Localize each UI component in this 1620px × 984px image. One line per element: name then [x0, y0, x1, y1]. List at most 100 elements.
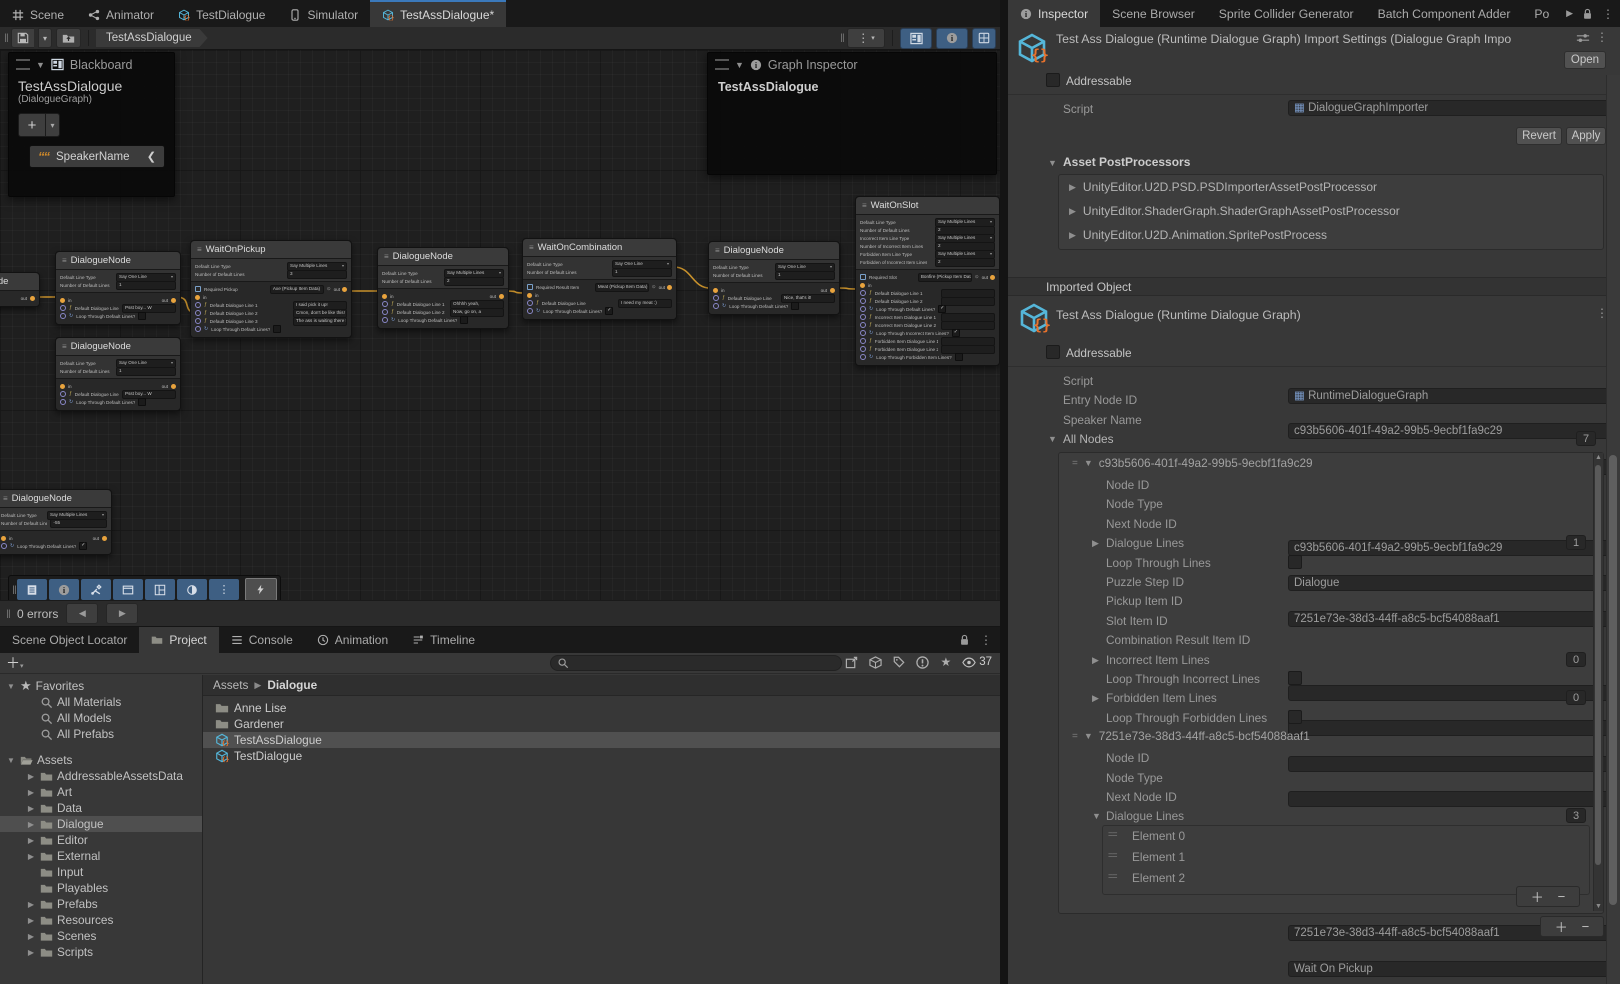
field-port[interactable]: [60, 399, 66, 405]
field-port[interactable]: [713, 295, 719, 301]
blackboard-panel[interactable]: ▼ Blackboard TestAssDialogue (DialogueGr…: [8, 52, 175, 197]
toggle-graph-inspector-button[interactable]: i: [936, 28, 968, 49]
field-port[interactable]: [382, 317, 388, 323]
tree-item-all-prefabs[interactable]: All Prefabs: [0, 726, 202, 742]
field-slot-item-id[interactable]: [1288, 756, 1620, 772]
tree-item-input[interactable]: Input: [0, 864, 202, 880]
tree-item-assets[interactable]: ▼ Assets: [0, 752, 202, 768]
tab-scene-object-locator[interactable]: Scene Object Locator: [0, 627, 139, 653]
object-port[interactable]: [860, 274, 866, 280]
tab-animation[interactable]: Animation: [305, 627, 400, 653]
add-node-button[interactable]: ＋: [1555, 917, 1568, 936]
object-port[interactable]: [527, 284, 533, 290]
node-number-field[interactable]: 1: [116, 281, 176, 290]
graph-node-dialoguenode-2[interactable]: ≡DialogueNodeDefault Line TypeSay One Li…: [55, 337, 181, 411]
save-dropdown-button[interactable]: ▾: [38, 28, 52, 48]
next-error-button[interactable]: ▶: [106, 603, 138, 624]
lock-icon[interactable]: [1582, 8, 1593, 20]
graph-inspector-panel[interactable]: ▼ i Graph Inspector TestAssDialogue: [707, 52, 997, 175]
node-list-scrollbar[interactable]: ▲ ▼: [1593, 453, 1603, 911]
asset-anne-lise[interactable]: Anne Lise: [203, 700, 1000, 716]
drag-handle-icon[interactable]: ==: [1108, 871, 1117, 881]
graph-tool-more-button[interactable]: ⋮: [209, 579, 239, 600]
in-port[interactable]: [60, 384, 65, 389]
node-checkbox[interactable]: [791, 302, 799, 310]
breadcrumb[interactable]: TestAssDialogue: [96, 29, 208, 47]
graph-tool-window-icon[interactable]: [113, 579, 143, 600]
field-next-node-id[interactable]: 7251e73e-38d3-44ff-a8c5-bcf54088aaf1: [1288, 611, 1620, 627]
node-text-field[interactable]: Psst boy... W: [122, 390, 176, 399]
node-checkbox[interactable]: ✓: [938, 305, 946, 313]
postprocessor-item[interactable]: ▶UnityEditor.ShaderGraph.ShaderGraphAsse…: [1059, 199, 1603, 223]
all-nodes-label[interactable]: All Nodes: [1063, 432, 1114, 446]
graph-tool-halfpie-icon[interactable]: [177, 579, 207, 600]
foldout-arrow-icon[interactable]: ▶: [26, 948, 36, 957]
toggle-minimap-button[interactable]: [972, 28, 996, 49]
field-port[interactable]: [860, 330, 866, 336]
foldout-arrow-icon[interactable]: ▶: [26, 820, 36, 829]
tree-item-all-models[interactable]: All Models: [0, 710, 202, 726]
node-text-field[interactable]: I need my meat :): [618, 299, 672, 308]
foldout-arrow-icon[interactable]: ▶: [26, 836, 36, 845]
node-checkbox[interactable]: ✓: [952, 329, 960, 337]
drag-handle-icon[interactable]: [715, 59, 729, 70]
blackboard-add-dropdown[interactable]: ▾: [46, 113, 60, 137]
out-port[interactable]: [171, 384, 176, 389]
foldout-arrow-icon[interactable]: ▶: [26, 900, 36, 909]
node-number-field[interactable]: -55: [50, 519, 107, 528]
drag-handle-icon[interactable]: [16, 59, 30, 70]
project-search-input[interactable]: [550, 655, 842, 671]
node-text-field[interactable]: Psst boy... W: [122, 304, 176, 313]
asset-gardener[interactable]: Gardener: [203, 716, 1000, 732]
object-picker-icon[interactable]: ⊙: [975, 274, 979, 280]
node-checkbox[interactable]: ✓: [605, 307, 613, 315]
in-port[interactable]: [713, 288, 718, 293]
checkbox-loop-through-forbidden-lines[interactable]: [1288, 710, 1302, 724]
object-picker-icon[interactable]: ⊙: [652, 284, 656, 290]
foldout-arrow-icon[interactable]: ▶: [26, 788, 36, 797]
object-field[interactable]: Meat (Pickup Item Data): [595, 283, 649, 292]
field-port[interactable]: [527, 300, 533, 306]
node-header[interactable]: ≡DialogueNode: [56, 252, 180, 270]
in-port[interactable]: [527, 293, 532, 298]
doc-tab-testdialogue[interactable]: {} TestDialogue: [166, 0, 277, 27]
graph-tool-doc-icon[interactable]: [17, 579, 47, 600]
tab-timeline[interactable]: Timeline: [400, 627, 487, 653]
checkbox-loop-through-incorrect-lines[interactable]: [1288, 671, 1302, 685]
foldout-arrow-icon[interactable]: ▼: [735, 60, 744, 70]
graph-canvas[interactable]: ▼ Blackboard TestAssDialogue (DialogueGr…: [0, 50, 1000, 600]
graph-node-waitoncombination-5[interactable]: ≡WaitOnCombinationDefault Line TypeSay O…: [522, 238, 677, 320]
field-port[interactable]: [195, 326, 201, 332]
graph-tool-bolt-button[interactable]: [245, 578, 277, 600]
object-picker-icon[interactable]: ⊙: [327, 286, 331, 292]
object-field[interactable]: Axe (Pickup Item Data): [270, 285, 324, 294]
node-foldout-1[interactable]: =▼7251e73e-38d3-44ff-a8c5-bcf54088aaf1: [1072, 729, 1310, 743]
dropdown-node-type[interactable]: Dialogue▼: [1288, 575, 1620, 591]
out-port[interactable]: [499, 294, 504, 299]
kebab-menu-icon[interactable]: ⋮: [1596, 30, 1608, 44]
graph-inspector-title-row[interactable]: ▼ i Graph Inspector: [708, 53, 996, 76]
in-port[interactable]: [860, 283, 865, 288]
node-text-field[interactable]: Now, go on, a: [450, 308, 504, 317]
graph-node-dialoguenode-8[interactable]: ≡DialogueNodeDefault Line TypeSay Multip…: [0, 489, 112, 555]
dropdown-node-type[interactable]: Wait On Pickup▼: [1288, 961, 1620, 977]
field-port[interactable]: [860, 338, 866, 344]
lock-icon[interactable]: [959, 634, 970, 646]
remove-node-button[interactable]: −: [1582, 919, 1590, 934]
field-port[interactable]: [195, 310, 201, 316]
field-port[interactable]: [860, 306, 866, 312]
graph-node-waitonpickup-3[interactable]: ≡WaitOnPickupDefault Line TypeSay Multip…: [190, 240, 352, 338]
save-button[interactable]: [11, 28, 34, 48]
out-port[interactable]: [171, 298, 176, 303]
field-port[interactable]: [860, 298, 866, 304]
doc-tab-testassdialogue[interactable]: {} TestAssDialogue*: [370, 0, 506, 27]
doc-tab-simulator[interactable]: Simulator: [277, 0, 370, 27]
node-text-field[interactable]: [941, 321, 995, 330]
blackboard-add-button[interactable]: +: [18, 113, 46, 137]
node-checkbox[interactable]: [460, 316, 468, 324]
kebab-menu-icon[interactable]: ⋮: [980, 633, 992, 647]
blackboard-variable-speakername[interactable]: ““ SpeakerName ❮: [29, 145, 165, 168]
node-number-field[interactable]: 2: [444, 277, 504, 286]
asset-testdialogue[interactable]: {} TestDialogue: [203, 748, 1000, 764]
field-port[interactable]: [195, 302, 201, 308]
